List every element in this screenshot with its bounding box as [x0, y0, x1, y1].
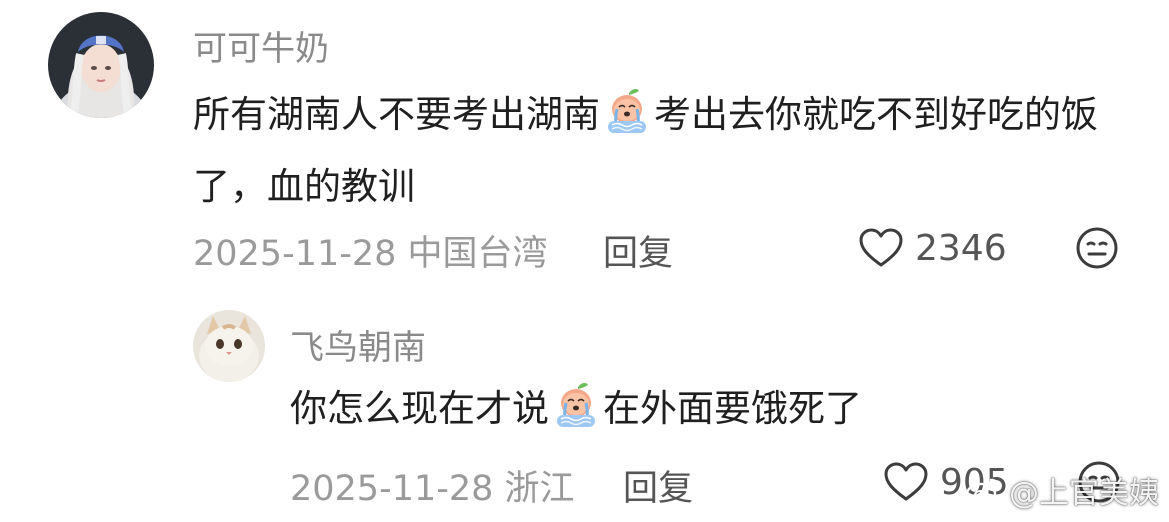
watermark-text: @上官美姨 — [1009, 476, 1159, 511]
meh-face-icon[interactable] — [1073, 224, 1121, 272]
comment-username[interactable]: 飞鸟朝南 — [290, 320, 426, 369]
like-count: 2346 — [915, 227, 1007, 269]
heart-outline-icon — [882, 458, 930, 506]
comment-username[interactable]: 可可牛奶 — [193, 21, 329, 70]
comment-location: 浙江 — [504, 469, 575, 509]
comment-location: 中国台湾 — [407, 234, 548, 274]
comment-text: 所有湖南人不要考出湖南 考出去你就吃不到好吃的饭了，血的教训 — [193, 79, 1133, 223]
crying-peach-emoji-icon — [602, 87, 652, 137]
crying-peach-emoji-icon — [551, 381, 601, 431]
watermark: @上官美姨 — [965, 468, 1159, 512]
comment-meta: 2025-11-28 中国台湾 — [193, 225, 548, 276]
comment-text-part: 在外面要饿死了 — [603, 387, 862, 430]
comment-meta: 2025-11-28 浙江 — [290, 460, 575, 511]
avatar[interactable] — [48, 12, 154, 118]
comment-text-part: 所有湖南人不要考出湖南 — [193, 93, 600, 136]
comment-date: 2025-11-28 — [193, 234, 397, 274]
like-button[interactable]: 2346 — [857, 224, 1007, 272]
comment-date: 2025-11-28 — [290, 469, 494, 509]
avatar[interactable] — [193, 310, 265, 382]
weibo-logo-icon — [965, 478, 1001, 506]
comment-text: 你怎么现在才说 在外面要饿死了 — [290, 373, 1150, 445]
heart-outline-icon — [857, 224, 905, 272]
comment-text-part: 你怎么现在才说 — [290, 387, 549, 430]
reply-button[interactable]: 回复 — [623, 460, 693, 511]
reply-button[interactable]: 回复 — [603, 225, 673, 276]
